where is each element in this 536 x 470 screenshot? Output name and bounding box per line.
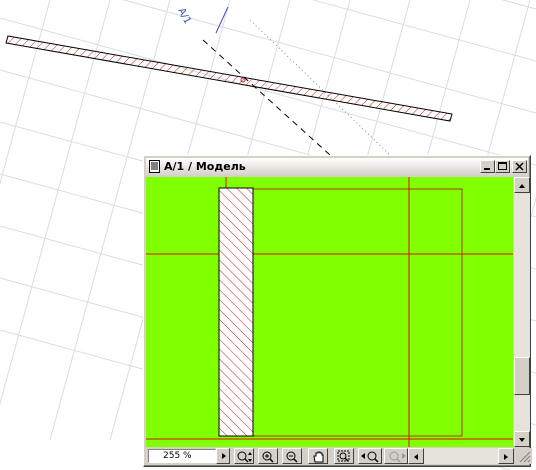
zoom-fit-button[interactable] [234,448,254,464]
arrow-up-icon [519,184,525,188]
wall-element[interactable] [5,35,453,122]
zoom-in-button[interactable] [258,448,278,464]
model-boundary [224,188,463,437]
zoom-window-button[interactable] [334,448,354,464]
section-window: A/1 / Модель 255 % [143,155,532,467]
zoom-field[interactable]: 255 % [148,449,216,463]
expand-button[interactable] [216,448,230,464]
zoom-back-button[interactable] [358,448,382,464]
zoom-out-button[interactable] [282,448,302,464]
window-titlebar[interactable]: A/1 / Модель [146,158,528,176]
scroll-left-button[interactable] [408,448,424,464]
zoom-forward-button[interactable] [384,448,408,464]
section-viewport[interactable] [146,177,513,447]
arrow-right-icon [504,454,508,460]
expand-arrow-icon [222,453,226,459]
zoom-forward-icon [389,451,406,463]
document-icon [149,160,160,173]
scroll-up-button[interactable] [514,177,530,193]
arrow-down-icon [519,438,525,442]
scroll-thumb[interactable] [514,357,530,395]
zoom-fit-icon [237,451,252,463]
scroll-right-button[interactable] [498,448,514,464]
zoom-out-icon [286,451,298,463]
section-marker[interactable]: A/1 [175,6,229,34]
section-guide-lines [146,177,513,447]
section-cut-line [202,39,331,156]
resize-grip-icon [519,451,531,463]
pan-button[interactable] [308,448,328,464]
minimize-icon [484,168,490,170]
arrow-left-icon [414,454,418,460]
pan-hand-icon [313,451,324,463]
minimize-button[interactable] [480,160,495,173]
zoom-window-icon [337,450,350,462]
window-title: A/1 / Модель [164,160,246,173]
close-icon [515,162,524,171]
vertical-scrollbar[interactable] [514,177,530,447]
maximize-icon [498,162,507,170]
resize-grip[interactable] [516,448,532,464]
zoom-back-icon [361,451,379,463]
window-statusbar: 255 % [146,448,532,464]
section-marker-label: A/1 [175,6,192,26]
scroll-down-button[interactable] [514,431,530,447]
horizontal-scrollbar[interactable] [408,448,514,464]
maximize-button[interactable] [495,160,510,173]
close-button[interactable] [512,160,527,173]
zoom-in-icon [262,451,274,463]
